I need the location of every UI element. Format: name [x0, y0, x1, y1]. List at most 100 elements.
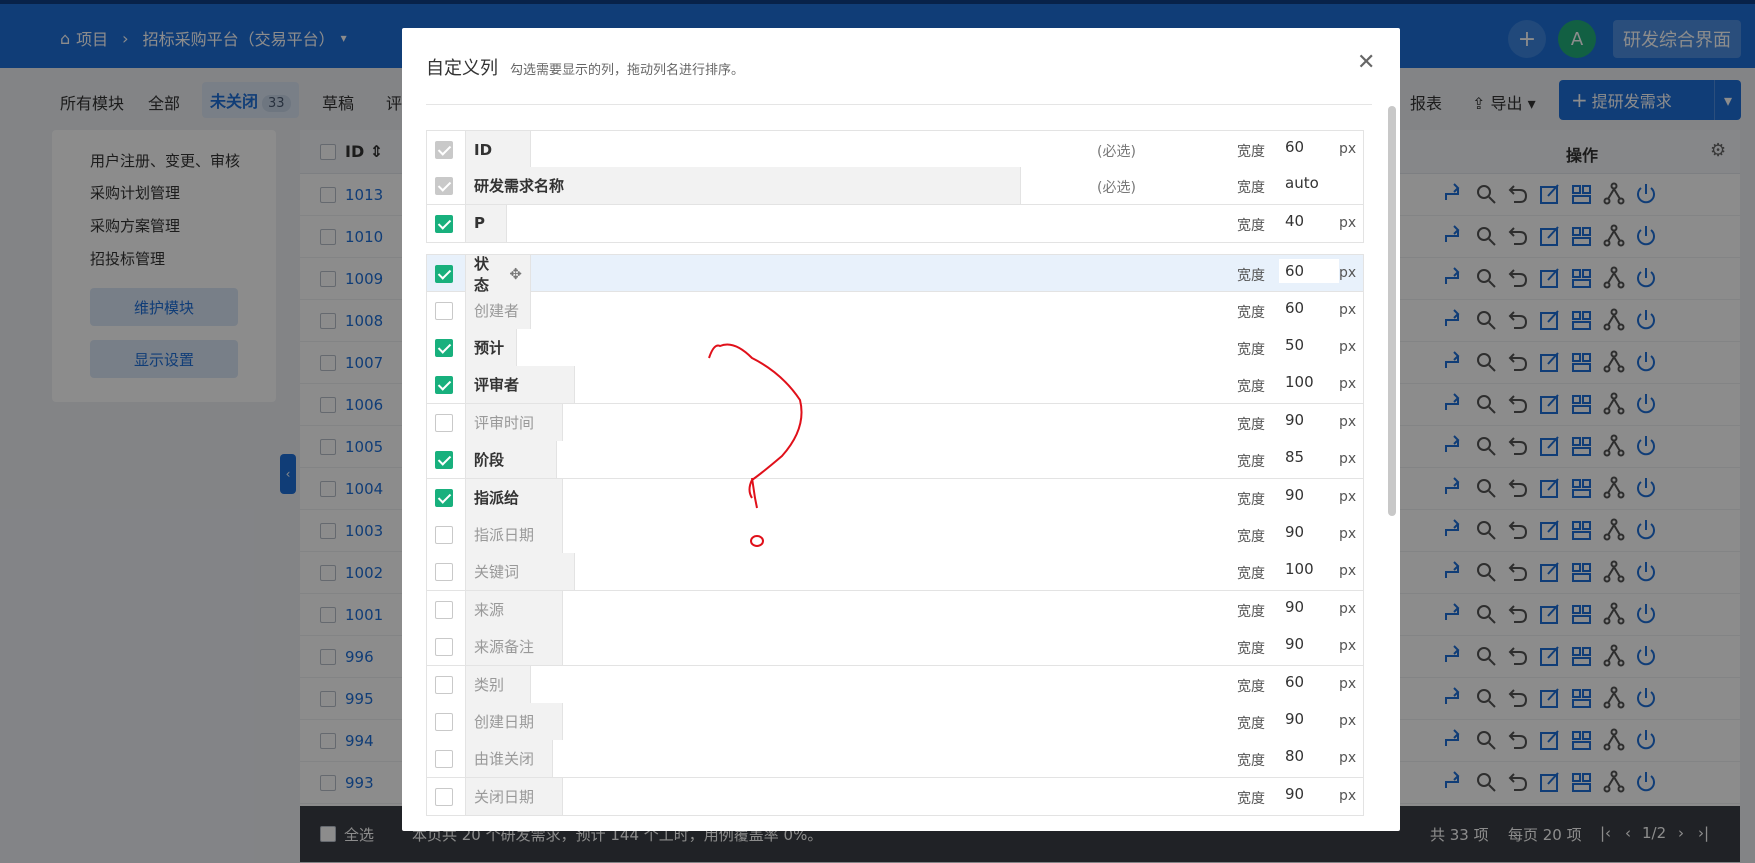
column-option-row[interactable]: 状态 ✥ 宽度 60 px [426, 254, 1364, 294]
width-unit: px [1339, 563, 1357, 580]
column-option-row[interactable]: 创建者 宽度 60 px [426, 291, 1364, 330]
drag-move-icon[interactable]: ✥ [509, 265, 522, 283]
width-input[interactable]: auto [1279, 171, 1339, 195]
column-name-label: 关闭日期 [474, 787, 535, 806]
column-name[interactable]: 由谁关闭 [465, 740, 553, 778]
width-input[interactable]: 90 [1279, 483, 1339, 507]
width-unit: px [1339, 339, 1357, 355]
width-input[interactable]: 60 [1279, 670, 1339, 694]
column-name[interactable]: 关闭日期 [465, 777, 563, 815]
width-unit: px [1339, 413, 1357, 430]
width-label: 宽度 [1237, 790, 1265, 807]
column-checkbox[interactable] [435, 563, 453, 582]
column-checkbox [435, 141, 453, 159]
column-option-row[interactable]: 来源备注 宽度 90 px [426, 628, 1364, 667]
width-input[interactable]: 90 [1279, 782, 1339, 806]
width-input[interactable]: 90 [1279, 520, 1339, 544]
column-name[interactable]: 创建日期 [465, 703, 563, 740]
column-checkbox[interactable] [435, 339, 453, 357]
width-input[interactable]: 60 [1279, 259, 1339, 284]
width-unit: px [1339, 787, 1357, 804]
column-name-label: 状态 [474, 254, 490, 294]
column-checkbox[interactable] [435, 638, 453, 657]
column-name[interactable]: 阶段 [465, 441, 557, 479]
column-name-label: 创建者 [474, 301, 520, 320]
column-name[interactable]: 创建者 [465, 291, 531, 329]
column-option-row[interactable]: 评审时间 宽度 90 px [426, 403, 1364, 442]
column-name[interactable]: 来源备注 [465, 628, 563, 666]
width-label: 宽度 [1237, 566, 1265, 583]
column-name[interactable]: 指派给 [465, 478, 563, 516]
column-checkbox[interactable] [435, 451, 453, 470]
column-name[interactable]: 评审时间 [465, 403, 563, 441]
column-name[interactable]: 预计 [465, 329, 517, 366]
column-name[interactable]: 类别 [465, 665, 531, 703]
width-label: 宽度 [1237, 416, 1265, 433]
width-label: 宽度 [1237, 217, 1265, 234]
column-checkbox[interactable] [435, 750, 453, 769]
width-label: 宽度 [1237, 641, 1265, 658]
column-name[interactable]: 来源 [465, 590, 563, 628]
width-input[interactable]: 80 [1279, 744, 1339, 768]
column-name[interactable]: ID [465, 131, 531, 168]
column-option-row[interactable]: 类别 宽度 60 px [426, 665, 1364, 704]
column-checkbox [435, 177, 453, 196]
column-checkbox[interactable] [435, 301, 453, 320]
width-input[interactable]: 50 [1279, 333, 1339, 357]
column-checkbox[interactable] [435, 675, 453, 694]
column-name[interactable]: 关键词 [465, 553, 575, 591]
column-option-row[interactable]: 预计 宽度 50 px [426, 329, 1364, 367]
column-option-row[interactable]: 创建日期 宽度 90 px [426, 703, 1364, 741]
width-unit: px [1339, 214, 1357, 231]
column-name-label: ID [474, 140, 493, 159]
width-input[interactable]: 90 [1279, 707, 1339, 731]
width-input[interactable]: 100 [1279, 370, 1339, 394]
width-input[interactable]: 60 [1279, 135, 1339, 159]
column-name[interactable]: 评审者 [465, 366, 575, 404]
column-checkbox[interactable] [435, 787, 453, 806]
width-input[interactable]: 90 [1279, 632, 1339, 656]
column-checkbox[interactable] [435, 265, 453, 284]
column-option-row[interactable]: P 宽度 40 px [426, 204, 1364, 243]
column-option-row[interactable]: 来源 宽度 90 px [426, 590, 1364, 629]
width-input[interactable]: 85 [1279, 445, 1339, 469]
column-name-label: 来源备注 [474, 638, 535, 657]
column-checkbox[interactable] [435, 488, 453, 507]
column-option-row[interactable]: 关闭日期 宽度 90 px [426, 777, 1364, 816]
width-input[interactable]: 60 [1279, 296, 1339, 320]
width-unit: px [1339, 713, 1357, 729]
width-unit: px [1339, 526, 1357, 542]
width-unit: px [1339, 638, 1357, 655]
width-label: 宽度 [1237, 379, 1265, 396]
width-input[interactable]: 90 [1279, 408, 1339, 432]
column-name[interactable]: 研发需求名称 [465, 167, 1021, 205]
column-checkbox[interactable] [435, 413, 453, 432]
width-label: 宽度 [1237, 144, 1265, 160]
close-icon[interactable]: ✕ [1357, 50, 1375, 75]
dialog-divider [426, 104, 1372, 105]
column-option-row[interactable]: 由谁关闭 宽度 80 px [426, 740, 1364, 779]
column-option-row[interactable]: ID (必选) 宽度 60 px [426, 130, 1364, 168]
column-name[interactable]: P [465, 204, 507, 242]
column-name-label: 研发需求名称 [474, 177, 565, 196]
width-label: 宽度 [1237, 753, 1265, 770]
column-option-row[interactable]: 阶段 宽度 85 px [426, 441, 1364, 480]
column-checkbox[interactable] [435, 600, 453, 619]
column-option-row[interactable]: 研发需求名称 (必选) 宽度 auto [426, 167, 1364, 206]
column-name-label: 指派给 [474, 488, 520, 507]
width-label: 宽度 [1237, 529, 1265, 545]
width-input[interactable]: 90 [1279, 595, 1339, 619]
column-checkbox[interactable] [435, 214, 453, 233]
column-option-row[interactable]: 指派日期 宽度 90 px [426, 516, 1364, 554]
column-checkbox[interactable] [435, 526, 453, 544]
column-option-row[interactable]: 关键词 宽度 100 px [426, 553, 1364, 592]
column-option-row[interactable]: 评审者 宽度 100 px [426, 366, 1364, 405]
column-name[interactable]: 状态 ✥ [465, 254, 531, 294]
column-checkbox[interactable] [435, 376, 453, 395]
width-input[interactable]: 40 [1279, 209, 1339, 233]
width-input[interactable]: 100 [1279, 557, 1339, 581]
column-name[interactable]: 指派日期 [465, 516, 563, 553]
column-option-row[interactable]: 指派给 宽度 90 px [426, 478, 1364, 517]
dialog-scrollbar[interactable] [1388, 106, 1396, 516]
column-checkbox[interactable] [435, 713, 453, 731]
